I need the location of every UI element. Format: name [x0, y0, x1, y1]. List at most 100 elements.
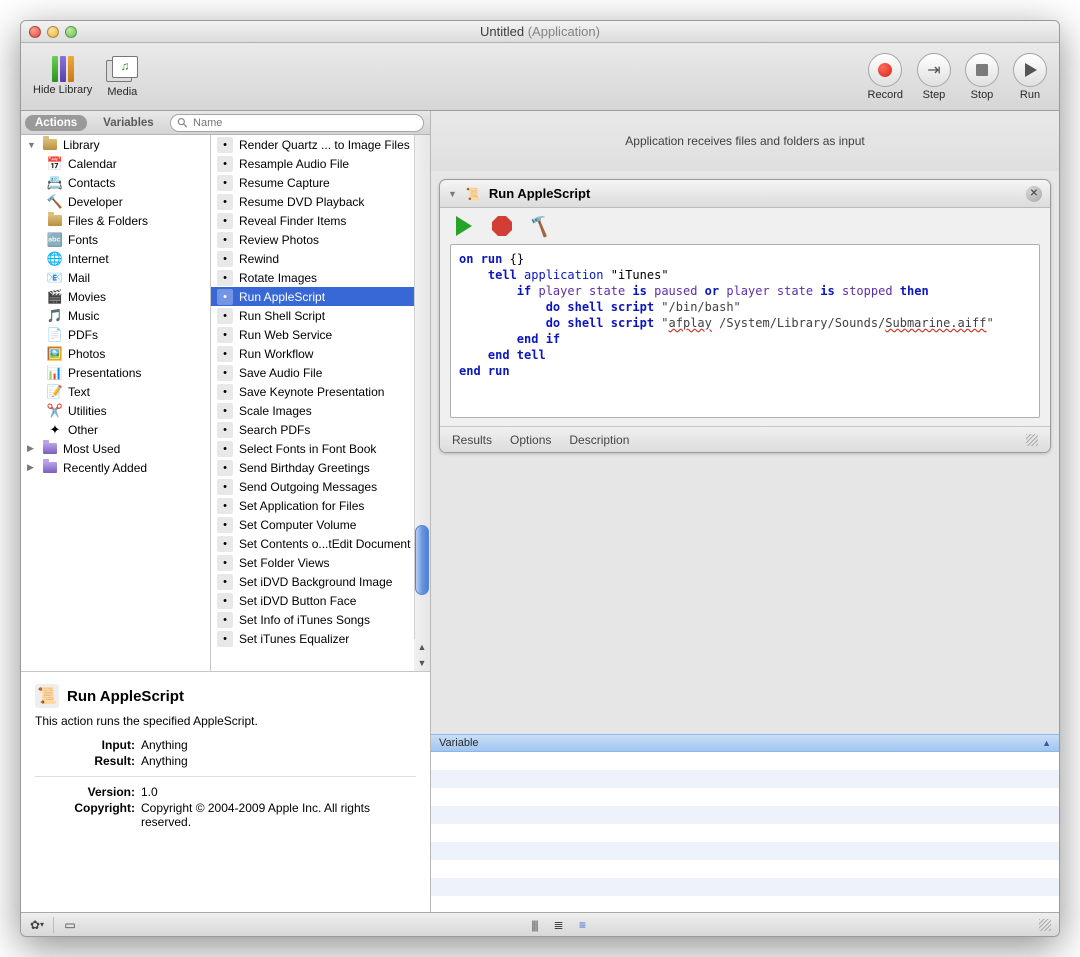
tab-variables[interactable]: Variables [93, 115, 164, 131]
play-icon [456, 216, 472, 236]
action-item[interactable]: •Reveal Finder Items [211, 211, 430, 230]
category-item-text[interactable]: 📝Text [21, 382, 210, 401]
search-input[interactable] [191, 116, 417, 130]
script-editor[interactable]: on run {} tell application "iTunes" if p… [450, 244, 1040, 418]
category-item-recently-added[interactable]: ▶Recently Added [21, 458, 210, 477]
step-button[interactable]: ⇥ Step [917, 53, 951, 101]
category-item-photos[interactable]: 🖼️Photos [21, 344, 210, 363]
info-description: This action runs the specified AppleScri… [35, 714, 416, 728]
footer-options[interactable]: Options [510, 433, 551, 447]
action-item[interactable]: •Run Shell Script [211, 306, 430, 325]
category-item-presentations[interactable]: 📊Presentations [21, 363, 210, 382]
stop-button[interactable]: Stop [965, 53, 999, 101]
applescript-icon: 📜 [35, 684, 59, 708]
action-item[interactable]: •Send Birthday Greetings [211, 458, 430, 477]
zoom-window-button[interactable] [65, 26, 77, 38]
hide-library-button[interactable]: Hide Library [33, 56, 92, 98]
titlebar[interactable]: Untitled (Application) [21, 21, 1059, 43]
toolbar: Hide Library ♫ Media Record ⇥ Step Stop [21, 43, 1059, 111]
library-search[interactable] [170, 114, 424, 132]
list-view-icon[interactable]: ≣ [551, 917, 567, 933]
scroll-up-arrow[interactable]: ▲ [414, 639, 430, 655]
action-item[interactable]: •Save Keynote Presentation [211, 382, 430, 401]
actions-scrollbar[interactable]: ▲ ▼ [414, 135, 430, 671]
columns-view-icon[interactable]: ||| [527, 917, 543, 933]
category-item-internet[interactable]: 🌐Internet [21, 249, 210, 268]
action-item[interactable]: •Save Audio File [211, 363, 430, 382]
category-item-files-folders[interactable]: Files & Folders [21, 211, 210, 230]
action-item[interactable]: •Review Photos [211, 230, 430, 249]
category-item-most-used[interactable]: ▶Most Used [21, 439, 210, 458]
action-item[interactable]: •Send Outgoing Messages [211, 477, 430, 496]
action-item[interactable]: •Render Quartz ... to Image Files [211, 135, 430, 154]
card-footer: Results Options Description [440, 426, 1050, 452]
action-item[interactable]: •Set Folder Views [211, 553, 430, 572]
action-item[interactable]: •Resample Audio File [211, 154, 430, 173]
disclosure-icon[interactable]: ▼ [448, 189, 457, 199]
category-item-movies[interactable]: 🎬Movies [21, 287, 210, 306]
run-label: Run [1020, 89, 1040, 101]
sort-ascending-icon[interactable]: ▲ [1042, 738, 1051, 748]
actions-list[interactable]: •Render Quartz ... to Image Files•Resamp… [211, 135, 430, 671]
action-item[interactable]: •Resume Capture [211, 173, 430, 192]
library-header: Actions Variables [21, 111, 430, 135]
action-item[interactable]: •Rewind [211, 249, 430, 268]
action-item[interactable]: •Set Application for Files [211, 496, 430, 515]
action-item[interactable]: •Run AppleScript [211, 287, 430, 306]
action-item[interactable]: •Select Fonts in Font Book [211, 439, 430, 458]
script-compile-button[interactable]: 🔨 [526, 212, 554, 240]
traffic-lights [29, 26, 77, 38]
play-icon [1025, 63, 1037, 77]
category-item-music[interactable]: 🎵Music [21, 306, 210, 325]
footer-description[interactable]: Description [569, 433, 629, 447]
category-item-other[interactable]: ✦Other [21, 420, 210, 439]
action-item[interactable]: •Set Computer Volume [211, 515, 430, 534]
workflow-input-hint: Application receives files and folders a… [431, 111, 1059, 171]
scrollbar-thumb[interactable] [415, 525, 429, 595]
category-item-developer[interactable]: 🔨Developer [21, 192, 210, 211]
category-item-library[interactable]: ▼Library [21, 135, 210, 154]
action-item[interactable]: •Set Contents o...tEdit Document [211, 534, 430, 553]
media-button[interactable]: ♫ Media [106, 56, 138, 98]
close-window-button[interactable] [29, 26, 41, 38]
info-copyright-key: Copyright: [35, 801, 135, 829]
media-icon: ♫ [106, 56, 138, 84]
action-item[interactable]: •Run Web Service [211, 325, 430, 344]
card-resize-grip[interactable] [1026, 434, 1038, 446]
view-toggle-button[interactable]: ▭ [62, 917, 78, 933]
category-list[interactable]: ▼Library📅Calendar📇Contacts🔨DeveloperFile… [21, 135, 211, 671]
minimize-window-button[interactable] [47, 26, 59, 38]
variable-table[interactable] [431, 752, 1059, 912]
category-item-pdfs[interactable]: 📄PDFs [21, 325, 210, 344]
action-item[interactable]: •Scale Images [211, 401, 430, 420]
action-item[interactable]: •Rotate Images [211, 268, 430, 287]
card-title-text: Run AppleScript [489, 186, 590, 201]
tab-actions[interactable]: Actions [25, 115, 87, 131]
card-close-button[interactable]: ✕ [1026, 186, 1042, 202]
category-item-contacts[interactable]: 📇Contacts [21, 173, 210, 192]
action-item[interactable]: •Set Info of iTunes Songs [211, 610, 430, 629]
action-item[interactable]: •Set iTunes Equalizer [211, 629, 430, 648]
variable-table-header[interactable]: Variable ▲ [431, 734, 1059, 752]
workflow-area[interactable]: ▼ 📜 Run AppleScript ✕ 🔨 on run {} tell a… [431, 171, 1059, 734]
action-item[interactable]: •Resume DVD Playback [211, 192, 430, 211]
action-card-run-applescript[interactable]: ▼ 📜 Run AppleScript ✕ 🔨 on run {} tell a… [439, 179, 1051, 453]
record-button[interactable]: Record [868, 53, 903, 101]
window-resize-grip[interactable] [1039, 919, 1051, 931]
category-item-mail[interactable]: 📧Mail [21, 268, 210, 287]
action-item[interactable]: •Set iDVD Background Image [211, 572, 430, 591]
category-item-utilities[interactable]: ✂️Utilities [21, 401, 210, 420]
script-run-button[interactable] [450, 212, 478, 240]
script-stop-button[interactable] [488, 212, 516, 240]
action-item[interactable]: •Set iDVD Button Face [211, 591, 430, 610]
action-item[interactable]: •Run Workflow [211, 344, 430, 363]
action-item[interactable]: •Search PDFs [211, 420, 430, 439]
scroll-down-arrow[interactable]: ▼ [414, 655, 430, 671]
card-titlebar[interactable]: ▼ 📜 Run AppleScript ✕ [440, 180, 1050, 208]
run-button[interactable]: Run [1013, 53, 1047, 101]
flow-view-icon[interactable]: ≡ [575, 917, 591, 933]
footer-results[interactable]: Results [452, 433, 492, 447]
gear-menu-button[interactable]: ✿▾ [29, 917, 45, 933]
category-item-fonts[interactable]: 🔤Fonts [21, 230, 210, 249]
category-item-calendar[interactable]: 📅Calendar [21, 154, 210, 173]
